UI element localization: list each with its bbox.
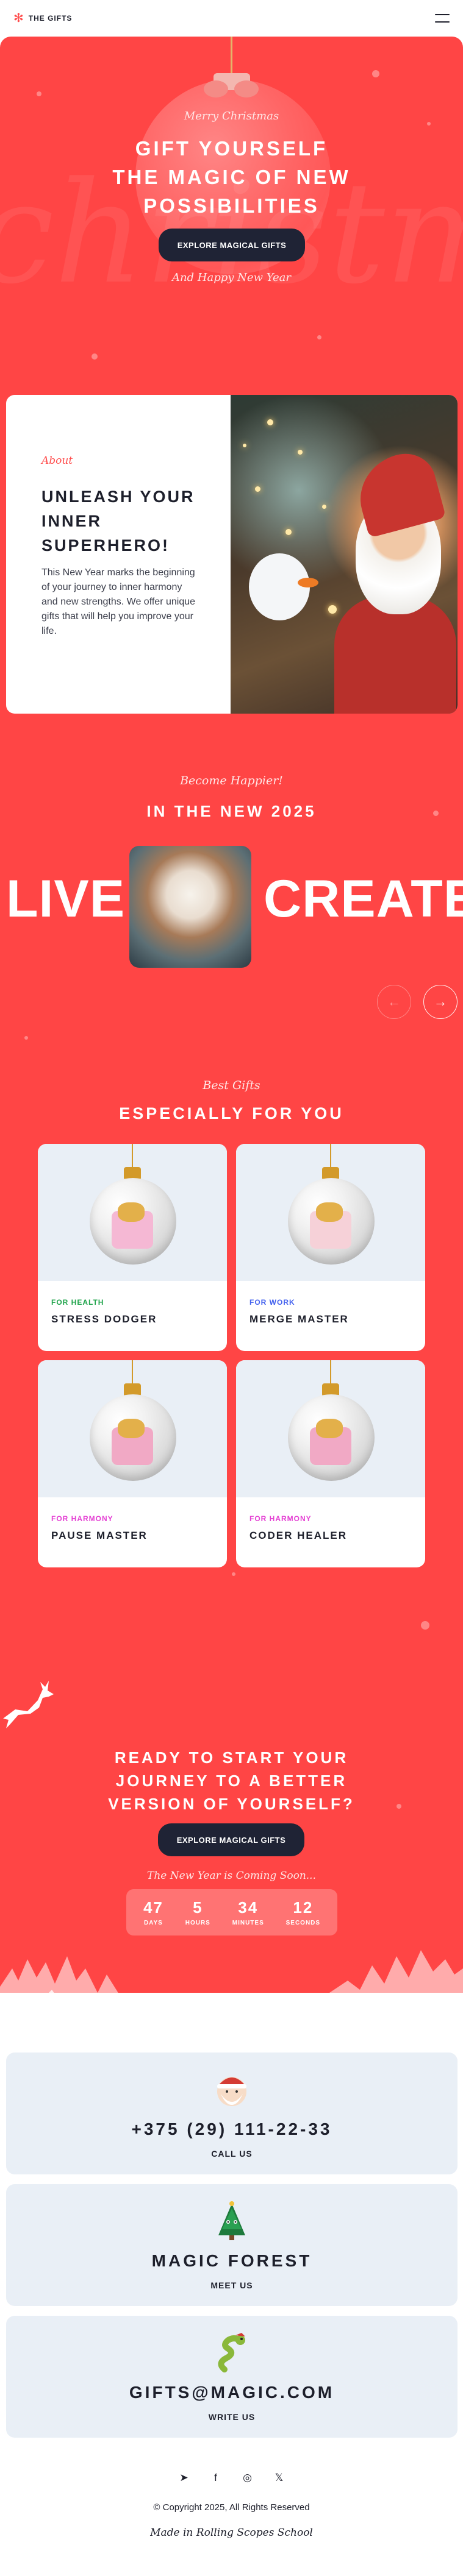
gift-card-tag: FOR HEALTH <box>51 1298 104 1307</box>
hero-explore-button[interactable]: EXPLORE MAGICAL GIFTS <box>159 229 305 261</box>
hero-section: christmas Merry Christmas GIFT YOURSELF … <box>0 37 463 378</box>
about-title: UNLEASH YOUR INNER SUPERHERO! <box>41 488 195 555</box>
countdown-timer: 47 DAYS 5 HOURS 34 MINUTES 12 SECONDS <box>126 1889 337 1936</box>
santa-icon <box>217 2077 246 2106</box>
contact-card-email[interactable]: GIFTS@MAGIC.COM WRITE US <box>6 2316 458 2438</box>
hero-title-line: GIFT YOURSELF <box>135 137 328 160</box>
telegram-icon[interactable]: ➤ <box>178 2471 191 2485</box>
gift-card-title: PAUSE MASTER <box>51 1530 148 1541</box>
burger-menu-icon[interactable] <box>435 14 450 23</box>
reindeer-icon <box>3 1681 54 1728</box>
gift-card-tag: FOR HARMONY <box>249 1514 312 1523</box>
gift-card-tag: FOR HARMONY <box>51 1514 113 1523</box>
gift-card[interactable]: FOR WORK MERGE MASTER <box>236 1144 425 1351</box>
gift-card-image <box>38 1360 227 1497</box>
timer-label: SECONDS <box>285 1920 321 1926</box>
snake-icon <box>218 2333 245 2372</box>
logo[interactable]: ✻ THE GIFTS <box>13 12 72 24</box>
slider-word-live: LIVE <box>6 870 126 928</box>
contact-phone[interactable]: +375 (29) 111-22-33 <box>6 2120 458 2139</box>
contact-address-label: MEET US <box>210 2280 253 2290</box>
site-header: ✻ THE GIFTS <box>0 0 463 37</box>
snowman-image <box>129 846 251 968</box>
cta-explore-button[interactable]: EXPLORE MAGICAL GIFTS <box>158 1823 304 1856</box>
about-card: About UNLEASH YOUR INNER SUPERHERO! This… <box>6 395 458 714</box>
gift-card-tag: FOR WORK <box>249 1298 295 1307</box>
snowflake-icon: ✻ <box>13 12 24 25</box>
timer-label: HOURS <box>185 1920 210 1926</box>
timer-seconds: 12 SECONDS <box>286 1898 320 1926</box>
hero-title-line: THE MAGIC OF NEW <box>112 166 351 188</box>
gifts-script: Best Gifts <box>203 1079 260 1092</box>
contact-phone-label: CALL US <box>211 2149 253 2159</box>
contact-card-phone[interactable]: +375 (29) 111-22-33 CALL US <box>6 2053 458 2174</box>
slider-title: IN THE NEW 2025 <box>146 802 317 820</box>
cta-title-line: READY TO START YOUR <box>114 1748 349 1767</box>
slider-word-create: CREATE <box>264 870 463 928</box>
slider-prev-button[interactable]: ← <box>377 985 411 1019</box>
timer-hours: 5 HOURS <box>185 1898 210 1926</box>
gift-card-image <box>38 1144 227 1281</box>
timer-label: MINUTES <box>232 1920 264 1926</box>
about-kicker: About <box>41 455 73 467</box>
timer-value: 12 <box>293 1898 314 1917</box>
x-icon[interactable]: 𝕏 <box>273 2471 286 2485</box>
cta-script: The New Year is Coming Soon... <box>147 1870 316 1882</box>
timer-minutes: 34 MINUTES <box>232 1898 264 1926</box>
slider-next-button[interactable]: → <box>423 985 458 1019</box>
gifts-title: ESPECIALLY FOR YOU <box>119 1104 344 1123</box>
made-in-link[interactable]: Made in Rolling Scopes School <box>0 2527 463 2539</box>
gift-card-title: MERGE MASTER <box>249 1313 349 1325</box>
arrow-right-icon: → <box>434 994 447 1009</box>
instagram-icon[interactable]: ◎ <box>241 2471 254 2485</box>
hero-title-line: POSSIBILITIES <box>143 194 320 217</box>
gift-card[interactable]: FOR HARMONY CODER HEALER <box>236 1360 425 1567</box>
cta-title-line: VERSION OF YOURSELF? <box>108 1795 355 1813</box>
social-links: ➤ f ◎ 𝕏 <box>0 2471 463 2485</box>
gift-card-title: CODER HEALER <box>249 1530 348 1541</box>
cta-title: READY TO START YOUR JOURNEY TO A BETTER … <box>0 1746 463 1815</box>
timer-value: 5 <box>193 1898 203 1917</box>
hero-script-top: Merry Christmas <box>184 110 279 122</box>
copyright: © Copyright 2025, All Rights Reserved <box>153 2502 310 2513</box>
timer-value: 47 <box>143 1898 163 1917</box>
hero-title: GIFT YOURSELF THE MAGIC OF NEW POSSIBILI… <box>0 134 463 220</box>
contact-card-address[interactable]: MAGIC FOREST MEET US <box>6 2184 458 2306</box>
contact-email[interactable]: GIFTS@MAGIC.COM <box>6 2383 458 2402</box>
gift-card-image <box>236 1360 425 1497</box>
timer-value: 34 <box>238 1898 259 1917</box>
main-red-section: christmas Merry Christmas GIFT YOURSELF … <box>0 37 463 1993</box>
facebook-icon[interactable]: f <box>209 2471 223 2485</box>
arrow-left-icon: ← <box>387 994 401 1009</box>
gift-card-title: STRESS DODGER <box>51 1313 157 1325</box>
ornament-bow <box>204 78 259 102</box>
timer-days: 47 DAYS <box>143 1898 163 1926</box>
timer-label: DAYS <box>143 1920 163 1926</box>
gift-card-image <box>236 1144 425 1281</box>
ornament-string <box>231 37 232 74</box>
hero-script-bottom: And Happy New Year <box>171 271 292 284</box>
logo-text: THE GIFTS <box>28 14 73 23</box>
contact-address: MAGIC FOREST <box>151 2251 312 2270</box>
santa-snowman-image <box>231 395 458 714</box>
gift-card[interactable]: FOR HEALTH STRESS DODGER <box>38 1144 227 1351</box>
gift-card[interactable]: FOR HARMONY PAUSE MASTER <box>38 1360 227 1567</box>
christmas-tree-icon <box>218 2201 245 2240</box>
slider-script: Become Happier! <box>180 774 283 787</box>
about-text: This New Year marks the beginning of you… <box>41 567 196 636</box>
contact-email-label: WRITE US <box>208 2412 256 2422</box>
cta-title-line: JOURNEY TO A BETTER <box>115 1772 348 1790</box>
